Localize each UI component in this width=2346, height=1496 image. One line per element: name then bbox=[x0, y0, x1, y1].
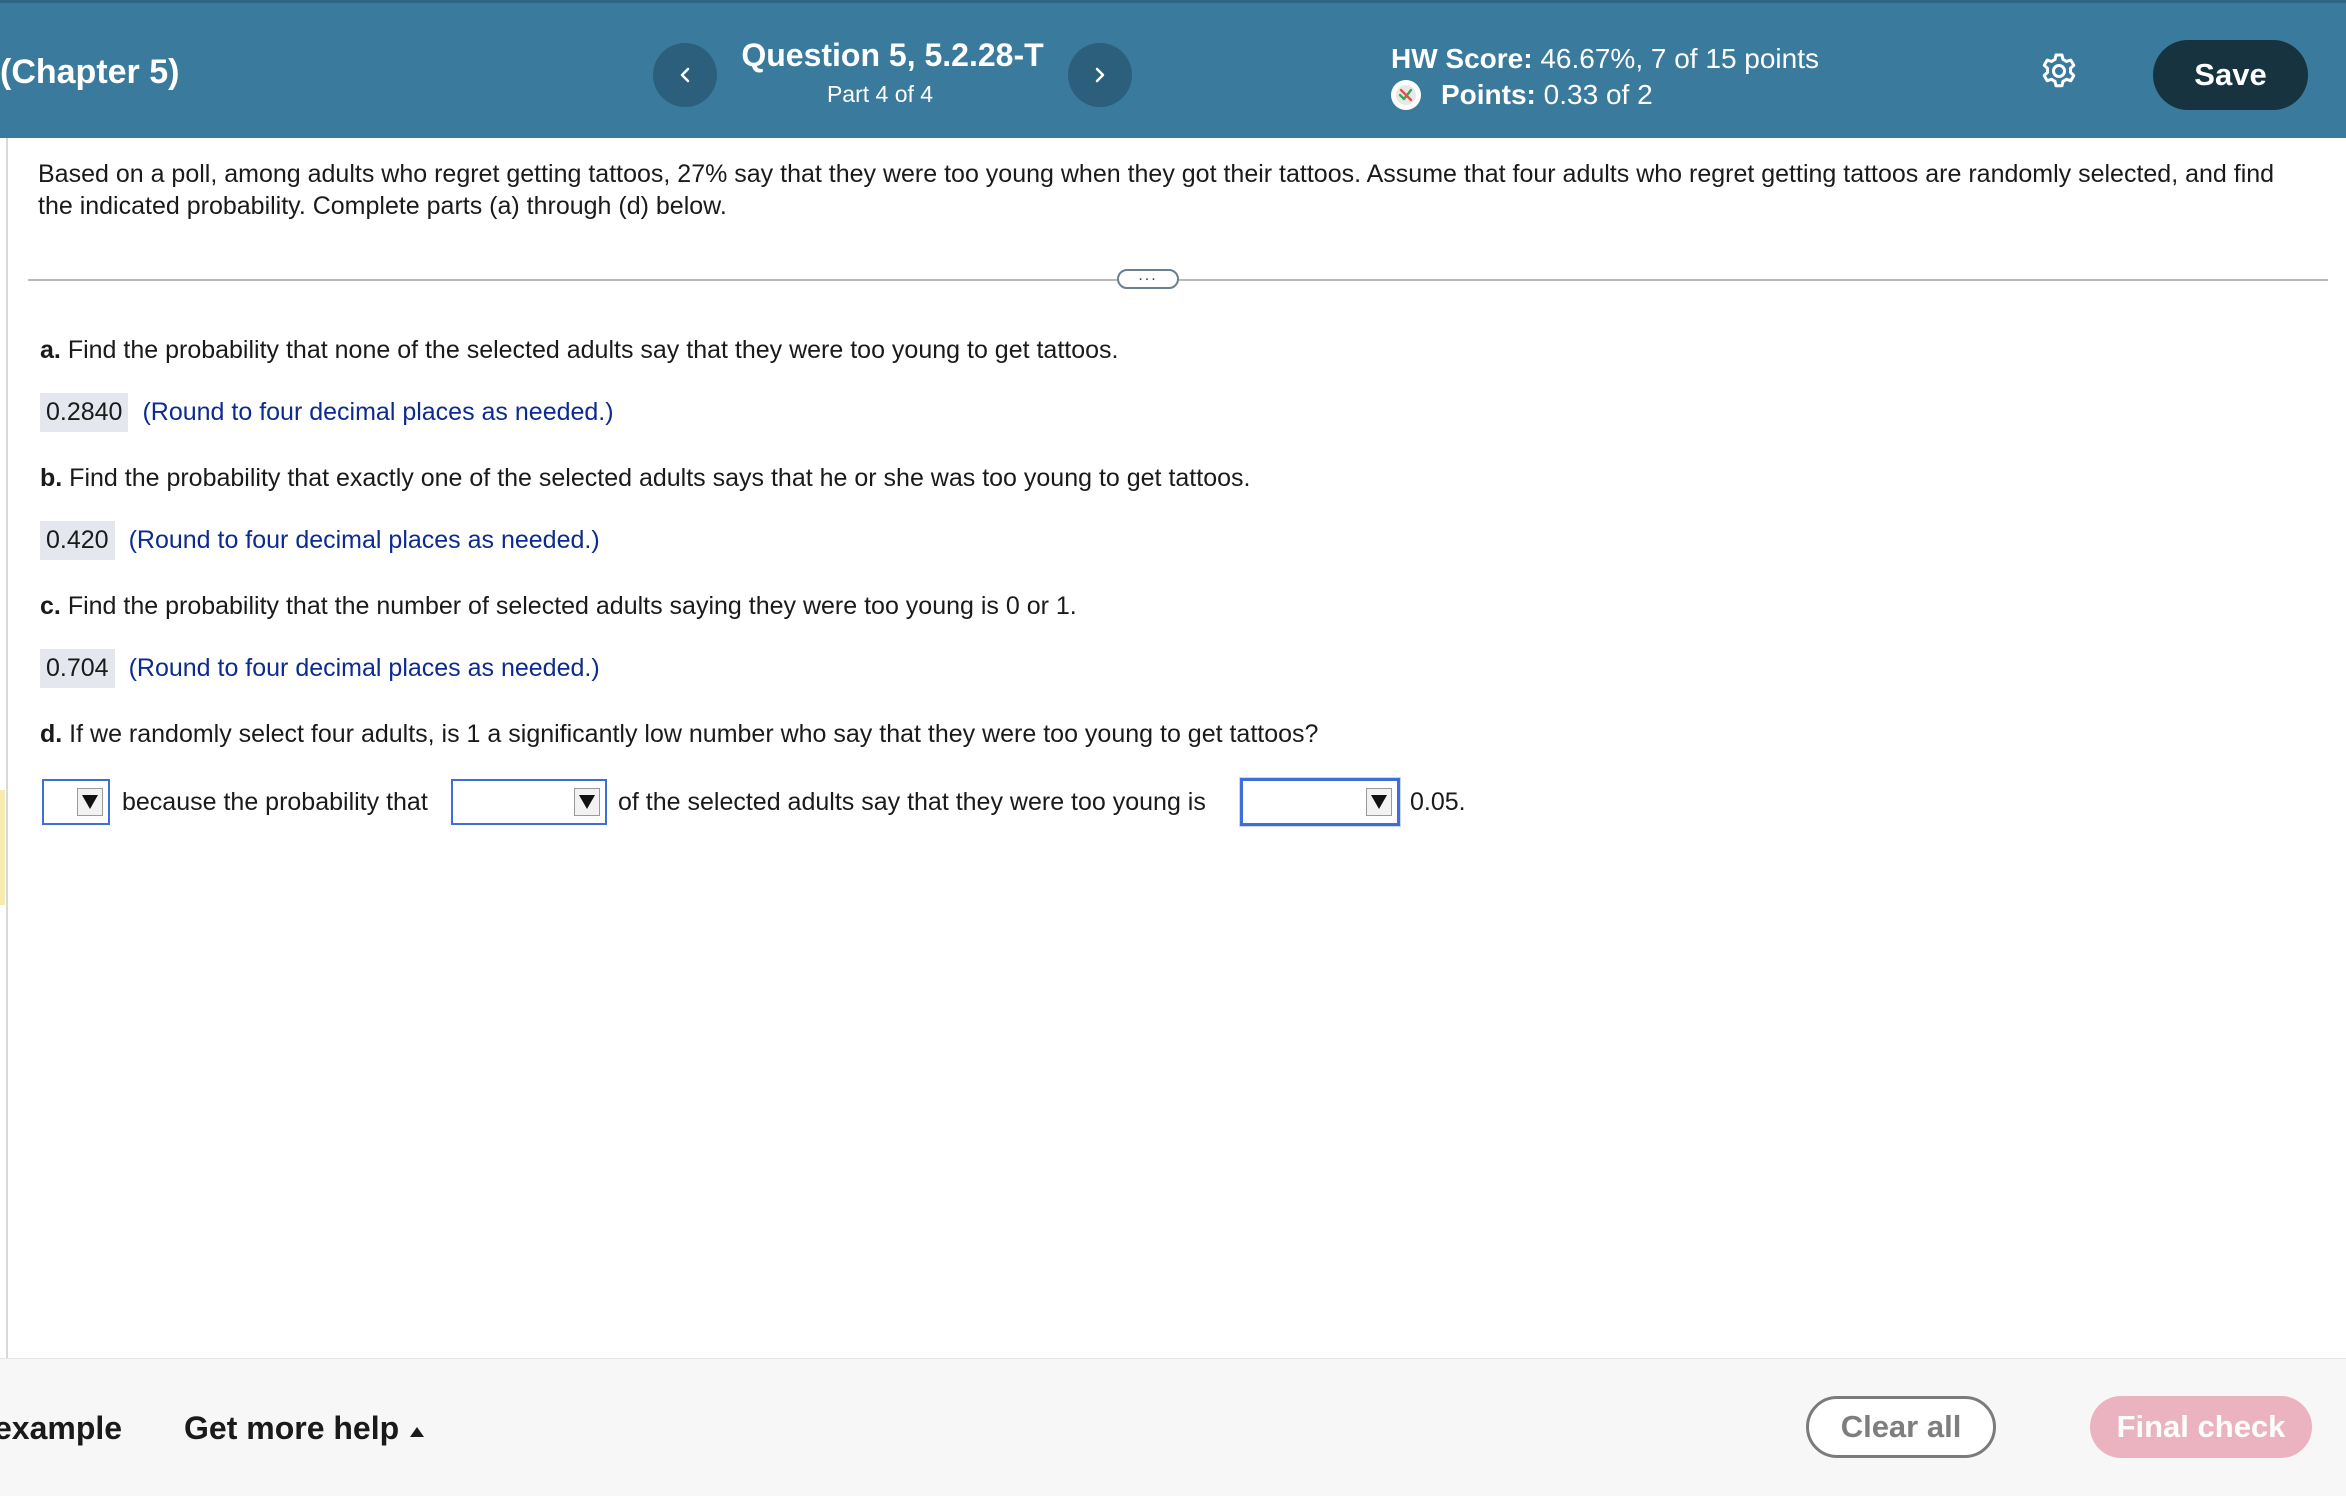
part-d-letter: d. bbox=[40, 720, 63, 748]
part-c-question: c. Find the probability that the number … bbox=[40, 592, 1077, 621]
problem-statement: Based on a poll, among adults who regret… bbox=[38, 160, 2275, 220]
chevron-left-icon bbox=[680, 67, 690, 83]
part-d-text: If we randomly select four adults, is 1 … bbox=[69, 720, 1319, 748]
part-a-answer-row: 0.2840 (Round to four decimal places as … bbox=[40, 393, 614, 432]
comparison-select[interactable] bbox=[1240, 778, 1400, 826]
part-b-answer-row: 0.420 (Round to four decimal places as n… bbox=[40, 521, 600, 560]
part-b-text: Find the probability that exactly one of… bbox=[69, 464, 1251, 492]
left-border bbox=[6, 138, 8, 1358]
caret-up-icon bbox=[410, 1426, 425, 1437]
significance-select[interactable] bbox=[42, 779, 110, 825]
part-b-answer[interactable]: 0.420 bbox=[40, 521, 115, 560]
points-value: 0.33 of 2 bbox=[1543, 79, 1653, 110]
part-d-question: d. If we randomly select four adults, is… bbox=[40, 720, 1318, 749]
points: Points: 0.33 of 2 bbox=[1391, 79, 1653, 111]
view-example-link[interactable]: example bbox=[0, 1410, 122, 1447]
part-c-text: Find the probability that the number of … bbox=[67, 592, 1077, 620]
top-bar: (Chapter 5) Question 5, 5.2.28-T Part 4 … bbox=[0, 0, 2346, 138]
get-more-help-link[interactable]: Get more help bbox=[184, 1410, 425, 1447]
expand-button[interactable]: ... bbox=[1117, 267, 1179, 289]
part-b-question: b. Find the probability that exactly one… bbox=[40, 464, 1250, 493]
gear-icon[interactable] bbox=[2039, 51, 2079, 91]
dropdown-arrow-icon bbox=[574, 788, 600, 816]
ellipsis-icon: ... bbox=[1138, 267, 1158, 284]
dropdown-arrow-icon bbox=[77, 788, 103, 816]
question-part: Part 4 of 4 bbox=[826, 81, 934, 107]
count-condition-select[interactable] bbox=[451, 779, 607, 825]
part-a-letter: a. bbox=[40, 336, 61, 364]
part-d-fragment-2: of the selected adults say that they wer… bbox=[618, 788, 1206, 816]
hw-score-label: HW Score: bbox=[1391, 43, 1533, 74]
chapter-title: (Chapter 5) bbox=[0, 53, 180, 91]
part-d-fragment-3: 0.05. bbox=[1410, 788, 1466, 816]
part-a-text: Find the probability that none of the se… bbox=[67, 336, 1119, 364]
part-c-answer[interactable]: 0.704 bbox=[40, 649, 115, 688]
part-d-fragment-1: because the probability that bbox=[122, 788, 428, 816]
question-title: Question 5, 5.2.28-T bbox=[741, 37, 1044, 73]
next-question-button[interactable] bbox=[1068, 43, 1132, 107]
save-button[interactable]: Save bbox=[2153, 40, 2308, 110]
hw-score: HW Score: 46.67%, 7 of 15 points bbox=[1391, 43, 1819, 75]
previous-question-button[interactable] bbox=[653, 43, 717, 107]
part-c-letter: c. bbox=[40, 592, 61, 620]
part-b-letter: b. bbox=[40, 464, 63, 492]
part-c-note: (Round to four decimal places as needed.… bbox=[128, 654, 600, 682]
current-part-marker bbox=[0, 790, 5, 905]
part-c-answer-row: 0.704 (Round to four decimal places as n… bbox=[40, 649, 600, 688]
clear-all-button[interactable]: Clear all bbox=[1806, 1396, 1996, 1458]
dropdown-arrow-icon bbox=[1366, 788, 1392, 816]
part-b-note: (Round to four decimal places as needed.… bbox=[128, 526, 600, 554]
get-more-help-label: Get more help bbox=[184, 1410, 400, 1446]
part-a-answer[interactable]: 0.2840 bbox=[40, 393, 129, 432]
part-a-question: a. Find the probability that none of the… bbox=[40, 336, 1118, 365]
hw-score-value: 46.67%, 7 of 15 points bbox=[1540, 43, 1820, 74]
partial-credit-icon bbox=[1391, 80, 1421, 110]
chevron-right-icon bbox=[1095, 67, 1105, 83]
part-a-note: (Round to four decimal places as needed.… bbox=[142, 398, 614, 426]
points-label: Points: bbox=[1441, 79, 1536, 110]
final-check-button[interactable]: Final check bbox=[2090, 1396, 2312, 1458]
